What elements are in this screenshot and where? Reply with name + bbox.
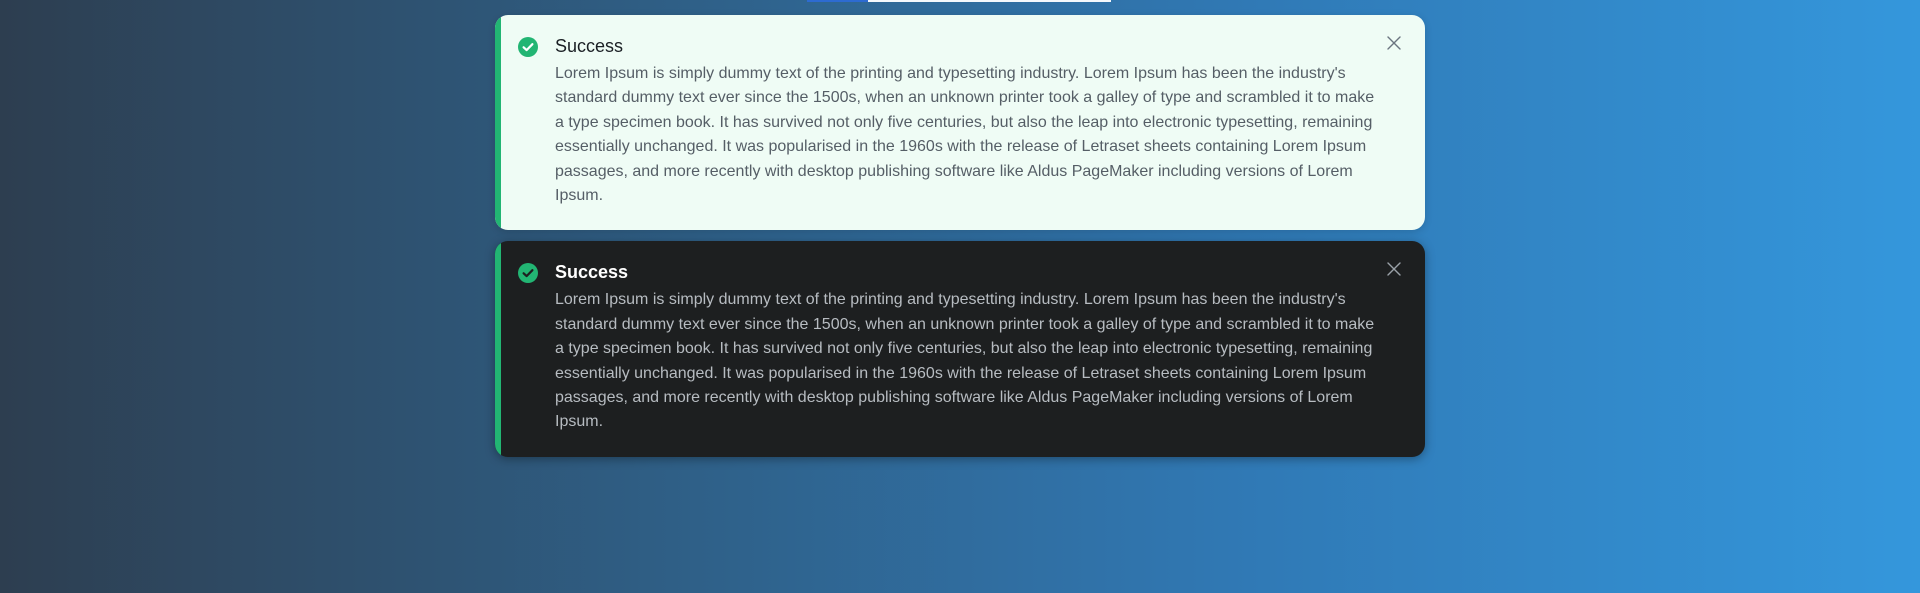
toast-message: Lorem Ipsum is simply dummy text of the …: [555, 291, 1375, 431]
top-edge-strip: [807, 0, 1111, 2]
success-toast-dark: Success Lorem Ipsum is simply dummy text…: [495, 241, 1425, 457]
toast-title: Success: [555, 262, 629, 283]
toast-message: Lorem Ipsum is simply dummy text of the …: [555, 65, 1375, 205]
toast-stack: Success Lorem Ipsum is simply dummy text…: [495, 15, 1425, 468]
top-strip-blue-segment: [807, 0, 868, 2]
toast-title: Success: [555, 36, 624, 56]
close-button[interactable]: [1383, 258, 1405, 280]
check-circle-icon: [518, 263, 538, 284]
success-toast-light: Success Lorem Ipsum is simply dummy text…: [495, 15, 1425, 231]
top-strip-white-segment: [868, 0, 1111, 2]
check-circle-icon: [518, 37, 538, 57]
close-icon: [1387, 36, 1401, 50]
close-icon: [1387, 262, 1401, 277]
close-button[interactable]: [1383, 32, 1405, 54]
